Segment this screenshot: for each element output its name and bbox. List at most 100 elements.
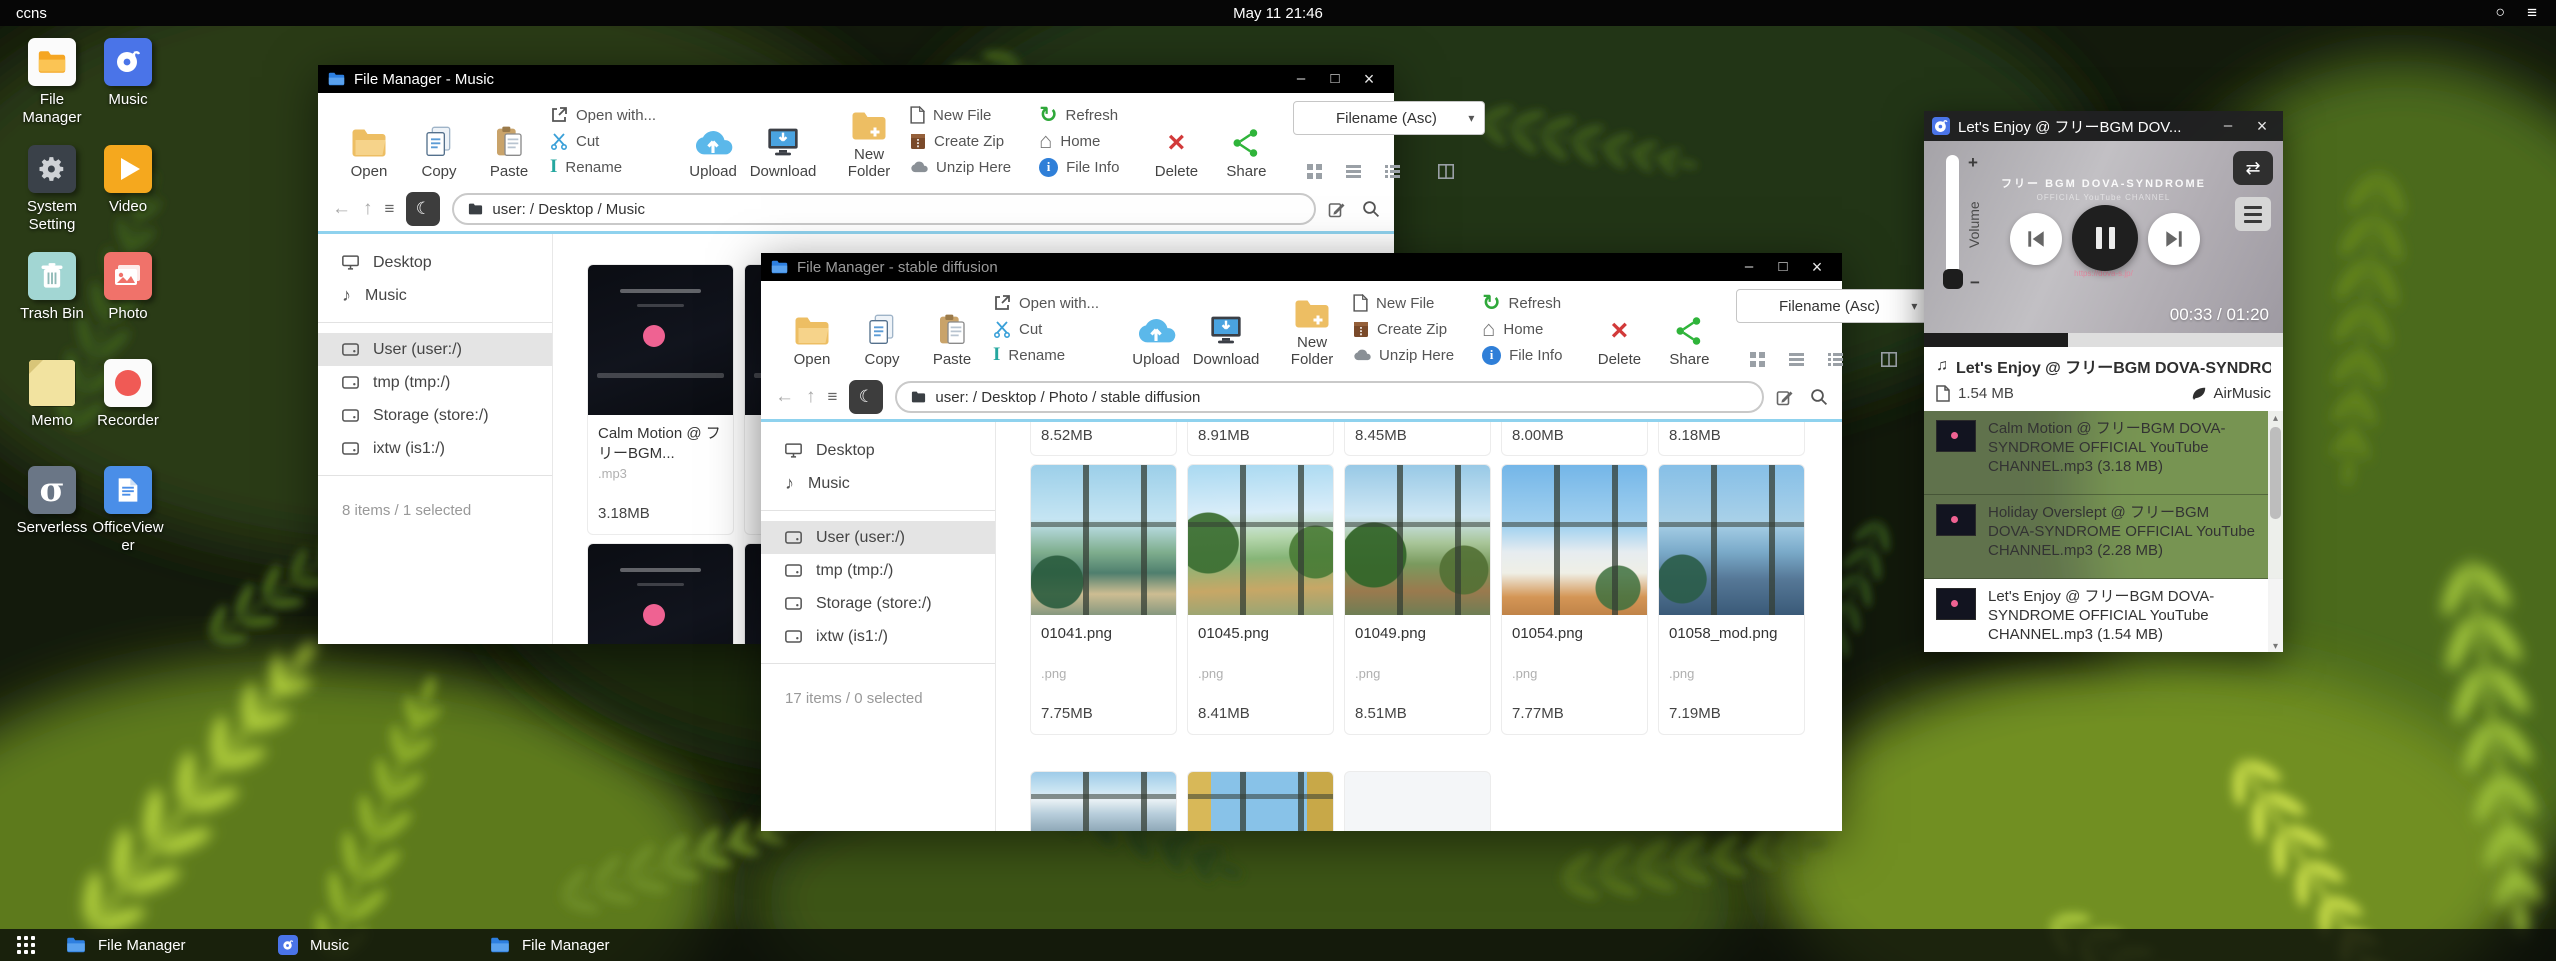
file-card-01041[interactable]: 01041.png .png 7.75MB bbox=[1030, 464, 1177, 735]
playlist-item-current[interactable]: Let's Enjoy @ フリーBGM DOVA-SYNDROME OFFIC… bbox=[1924, 579, 2283, 652]
file-card-partial[interactable]: 8.52MB bbox=[1030, 422, 1177, 456]
path-menu-icon[interactable]: ≡ bbox=[385, 199, 395, 219]
upload-button[interactable]: Upload bbox=[680, 99, 746, 183]
file-card-partial[interactable]: 8.00MB bbox=[1501, 422, 1648, 456]
view-list-icon[interactable] bbox=[1789, 352, 1804, 367]
view-grid-icon[interactable] bbox=[1750, 352, 1765, 367]
close-button[interactable]: × bbox=[2249, 115, 2275, 137]
file-card-01049[interactable]: 01049.png .png 8.51MB bbox=[1344, 464, 1491, 735]
desktop-icon-video[interactable]: Video bbox=[90, 145, 166, 252]
volume-slider[interactable] bbox=[1946, 155, 1959, 287]
sidebar-item-ixtw-drive[interactable]: ixtw (is1:/) bbox=[318, 432, 552, 465]
sidebar-item-ixtw-drive[interactable]: ixtw (is1:/) bbox=[761, 620, 995, 653]
new-file-button[interactable]: New File bbox=[1353, 290, 1454, 316]
view-detail-icon[interactable] bbox=[1385, 164, 1400, 179]
path-input[interactable]: user: / Desktop / Photo / stable diffusi… bbox=[895, 381, 1764, 413]
download-button[interactable]: Download bbox=[750, 99, 816, 183]
file-card-partial[interactable]: 8.18MB bbox=[1658, 422, 1805, 456]
minimize-button[interactable]: – bbox=[2215, 115, 2241, 137]
delete-button[interactable]: × Delete bbox=[1143, 99, 1209, 183]
desktop-icon-system-setting[interactable]: System Setting bbox=[14, 145, 90, 252]
file-card-01045[interactable]: 01045.png .png 8.41MB bbox=[1187, 464, 1334, 735]
dark-mode-moon-icon[interactable]: ☾ bbox=[849, 380, 883, 414]
cut-button[interactable]: Cut bbox=[993, 316, 1099, 342]
sidebar-item-user-drive[interactable]: User (user:/) bbox=[318, 333, 552, 366]
close-button[interactable]: × bbox=[1354, 68, 1384, 90]
file-card-partial[interactable]: 8.91MB bbox=[1187, 422, 1334, 456]
taskbar-item-file-manager-2[interactable]: File Manager bbox=[476, 929, 688, 961]
paste-button[interactable]: Paste bbox=[919, 287, 985, 371]
sidebar-item-desktop[interactable]: Desktop bbox=[761, 434, 995, 467]
download-button[interactable]: Download bbox=[1193, 287, 1259, 371]
view-column-icon[interactable] bbox=[1438, 164, 1454, 179]
up-icon[interactable]: ↑ bbox=[806, 386, 816, 408]
sidebar-item-storage-drive[interactable]: Storage (store:/) bbox=[318, 399, 552, 432]
back-icon[interactable]: ← bbox=[332, 198, 351, 220]
refresh-button[interactable]: ↻ Refresh bbox=[1039, 102, 1119, 128]
open-button[interactable]: Open bbox=[779, 287, 845, 371]
open-with-button[interactable]: Open with... bbox=[550, 102, 656, 128]
delete-button[interactable]: × Delete bbox=[1586, 287, 1652, 371]
app-launcher-button[interactable] bbox=[0, 936, 52, 954]
sidebar-item-music[interactable]: ♪ Music bbox=[761, 467, 995, 500]
new-folder-button[interactable]: New Folder bbox=[1279, 287, 1345, 371]
edit-path-icon[interactable] bbox=[1328, 200, 1346, 218]
title-bar[interactable]: File Manager - Music – □ × bbox=[318, 65, 1394, 93]
desktop-icon-file-manager[interactable]: File Manager bbox=[14, 38, 90, 145]
copy-button[interactable]: Copy bbox=[406, 99, 472, 183]
system-menu-icon[interactable]: ≡ bbox=[2527, 3, 2538, 23]
refresh-button[interactable]: ↻ Refresh bbox=[1482, 290, 1562, 316]
open-with-button[interactable]: Open with... bbox=[993, 290, 1099, 316]
playlist-item[interactable]: Calm Motion @ フリーBGM DOVA-SYNDROME OFFIC… bbox=[1924, 411, 2283, 495]
scroll-down-icon[interactable]: ▾ bbox=[2273, 641, 2278, 652]
minimize-button[interactable]: – bbox=[1734, 256, 1764, 278]
new-file-button[interactable]: New File bbox=[910, 102, 1011, 128]
sidebar-item-music[interactable]: ♪ Music bbox=[318, 279, 552, 312]
next-track-button[interactable] bbox=[2148, 213, 2200, 265]
sidebar-item-user-drive[interactable]: User (user:/) bbox=[761, 521, 995, 554]
home-button[interactable]: ⌂ Home bbox=[1039, 128, 1119, 154]
view-column-icon[interactable] bbox=[1881, 352, 1897, 367]
maximize-button[interactable]: □ bbox=[1320, 68, 1350, 90]
paste-button[interactable]: Paste bbox=[476, 99, 542, 183]
sort-dropdown[interactable]: Filename (Asc) ▾ bbox=[1736, 289, 1928, 323]
home-button[interactable]: ⌂ Home bbox=[1482, 316, 1562, 342]
playlist-item[interactable]: Holiday Overslept @ フリーBGM DOVA-SYNDROME… bbox=[1924, 495, 2283, 579]
edit-path-icon[interactable] bbox=[1776, 388, 1794, 406]
view-grid-icon[interactable] bbox=[1307, 164, 1322, 179]
back-icon[interactable]: ← bbox=[775, 386, 794, 408]
open-button[interactable]: Open bbox=[336, 99, 402, 183]
share-button[interactable]: Share bbox=[1656, 287, 1722, 371]
new-folder-button[interactable]: New Folder bbox=[836, 99, 902, 183]
maximize-button[interactable]: □ bbox=[1768, 256, 1798, 278]
desktop-icon-serverless[interactable]: σ Serverless bbox=[14, 466, 90, 573]
upload-button[interactable]: Upload bbox=[1123, 287, 1189, 371]
file-card-01054[interactable]: 01054.png .png 7.77MB bbox=[1501, 464, 1648, 735]
copy-button[interactable]: Copy bbox=[849, 287, 915, 371]
minimize-button[interactable]: – bbox=[1286, 68, 1316, 90]
player-title-bar[interactable]: Let's Enjoy @ フリーBGM DOV... – × bbox=[1924, 111, 2283, 141]
sidebar-item-storage-drive[interactable]: Storage (store:/) bbox=[761, 587, 995, 620]
sidebar-item-tmp-drive[interactable]: tmp (tmp:/) bbox=[318, 366, 552, 399]
playlist-toggle-button[interactable] bbox=[2235, 197, 2271, 231]
file-card-partial[interactable] bbox=[587, 543, 734, 644]
file-info-button[interactable]: i File Info bbox=[1482, 342, 1562, 368]
playlist-scrollbar[interactable]: ▴ ▾ bbox=[2268, 411, 2283, 652]
desktop-icon-trash-bin[interactable]: Trash Bin bbox=[14, 252, 90, 359]
file-card-partial[interactable] bbox=[1187, 771, 1334, 831]
desktop-icon-photo[interactable]: Photo bbox=[90, 252, 166, 359]
file-card-01058-mod[interactable]: 01058_mod.png .png 7.19MB bbox=[1658, 464, 1805, 735]
search-icon[interactable] bbox=[1362, 200, 1380, 218]
unzip-here-button[interactable]: Unzip Here bbox=[910, 154, 1011, 180]
volume-slider-knob[interactable] bbox=[1943, 269, 1963, 289]
scrollbar-thumb[interactable] bbox=[2270, 427, 2281, 519]
desktop-icon-memo[interactable]: Memo bbox=[14, 359, 90, 466]
taskbar-item-music[interactable]: Music bbox=[264, 929, 476, 961]
sidebar-item-tmp-drive[interactable]: tmp (tmp:/) bbox=[761, 554, 995, 587]
rename-button[interactable]: I Rename bbox=[993, 342, 1099, 368]
create-zip-button[interactable]: Create Zip bbox=[910, 128, 1011, 154]
path-menu-icon[interactable]: ≡ bbox=[828, 387, 838, 407]
desktop-icon-office-viewer[interactable]: OfficeViewer bbox=[90, 466, 166, 573]
power-icon[interactable]: ○ bbox=[2495, 4, 2505, 22]
repeat-button[interactable]: ⇄ bbox=[2233, 151, 2273, 185]
